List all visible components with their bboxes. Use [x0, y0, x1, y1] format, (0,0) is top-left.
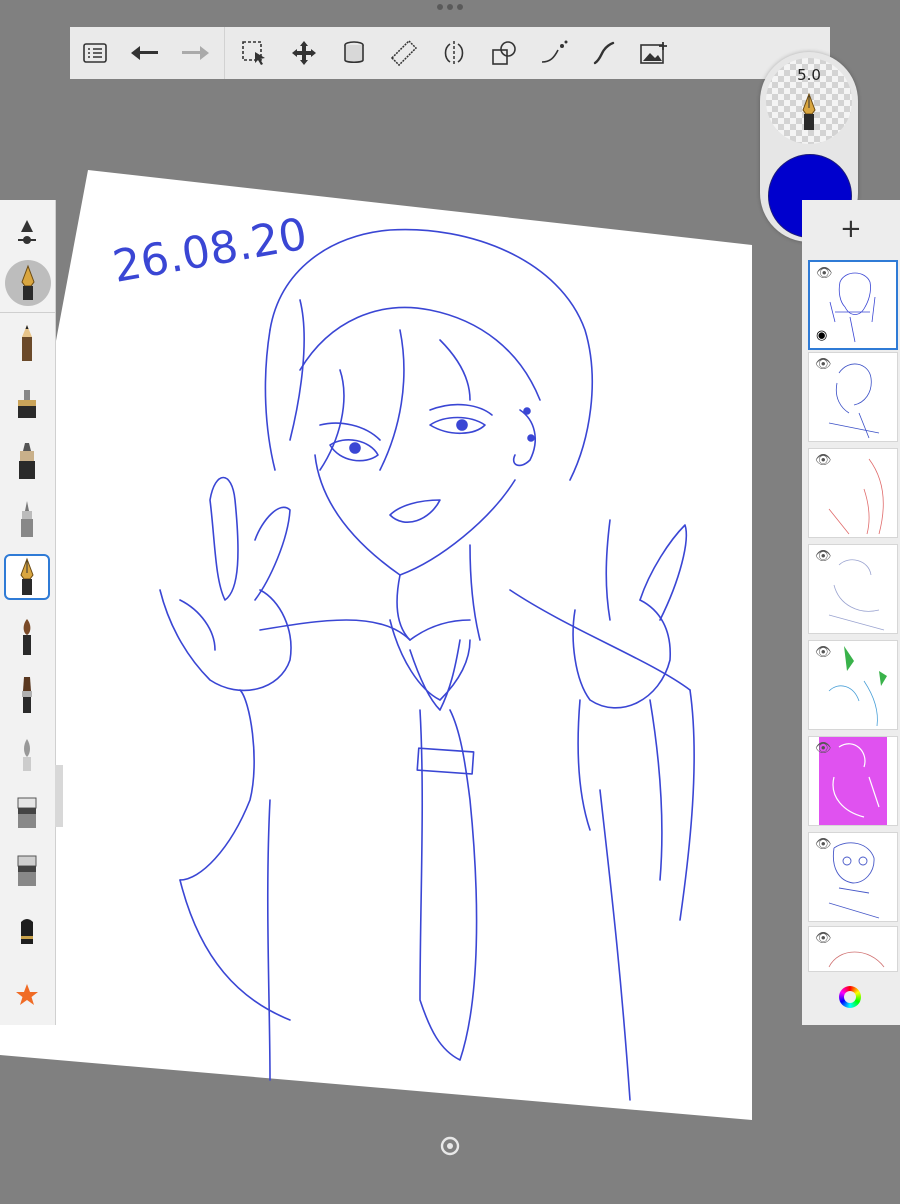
- ink-pen-icon: [797, 92, 821, 136]
- hidden-eye-icon[interactable]: 👁: [815, 645, 832, 660]
- hidden-eye-icon[interactable]: 👁: [815, 357, 832, 372]
- chisel-brush-icon[interactable]: [4, 672, 50, 718]
- canvas-reset-icon[interactable]: [440, 1136, 460, 1156]
- selection-icon[interactable]: [229, 27, 279, 79]
- layer-thumbnail[interactable]: 👁 ◉: [808, 260, 898, 350]
- pencil-brush-icon[interactable]: [4, 320, 50, 366]
- symmetry-icon[interactable]: [429, 27, 479, 79]
- hidden-eye-icon[interactable]: 👁: [815, 837, 832, 852]
- canvas-paper: [0, 170, 752, 1120]
- layer-thumbnail[interactable]: 👁: [808, 448, 898, 538]
- add-image-icon[interactable]: [629, 27, 679, 79]
- layer-blend-icon[interactable]: ◉: [816, 328, 827, 343]
- technical-pen-icon[interactable]: [4, 496, 50, 542]
- hidden-eye-icon[interactable]: 👁: [815, 549, 832, 564]
- marker-icon[interactable]: [4, 438, 50, 484]
- layer-thumbnail[interactable]: 👁: [808, 640, 898, 730]
- shape-icon[interactable]: [479, 27, 529, 79]
- palette-settings-icon[interactable]: [4, 210, 50, 256]
- canvas-date-text: 26.08.20: [109, 209, 311, 293]
- add-layer-button[interactable]: +: [840, 214, 862, 244]
- visibility-eye-icon[interactable]: 👁: [816, 266, 833, 281]
- ruler-icon[interactable]: [379, 27, 429, 79]
- smudge-icon[interactable]: [4, 732, 50, 778]
- window-handle-dots[interactable]: [437, 4, 463, 10]
- list-menu-icon[interactable]: [70, 27, 120, 79]
- brush-size-value: 5.0: [797, 66, 821, 84]
- curve-icon[interactable]: [529, 27, 579, 79]
- hard-eraser-icon[interactable]: [4, 848, 50, 894]
- palette-collapse-tab[interactable]: [55, 765, 63, 827]
- top-toolbar: [70, 27, 830, 79]
- undo-icon[interactable]: [120, 27, 170, 79]
- layer-thumbnail[interactable]: 👁: [808, 926, 898, 972]
- layer-thumbnail[interactable]: 👁: [808, 736, 898, 826]
- color-wheel-icon[interactable]: [839, 986, 861, 1008]
- toolbar-divider: [224, 27, 225, 79]
- ink-pen-icon[interactable]: [4, 554, 50, 600]
- block-icon[interactable]: [4, 908, 50, 954]
- stroke-icon[interactable]: [579, 27, 629, 79]
- redo-icon[interactable]: [170, 27, 220, 79]
- palette-divider: [0, 312, 55, 313]
- character-sketch: [159, 228, 695, 1101]
- hidden-eye-icon[interactable]: 👁: [815, 931, 832, 946]
- layer-thumbnail[interactable]: 👁: [808, 352, 898, 442]
- layer-thumbnail[interactable]: 👁: [808, 544, 898, 634]
- brush-preview-disc[interactable]: [5, 260, 51, 306]
- transform-icon[interactable]: [279, 27, 329, 79]
- layer-panel: + 👁 ◉ 👁 👁 👁 👁 👁 👁 👁: [802, 200, 900, 1025]
- eraser-icon[interactable]: [4, 790, 50, 836]
- paint-brush-icon[interactable]: [4, 614, 50, 660]
- hidden-eye-icon[interactable]: 👁: [815, 453, 832, 468]
- layer-thumbnail[interactable]: 👁: [808, 832, 898, 922]
- airbrush-icon[interactable]: [4, 380, 50, 426]
- brush-palette: [0, 200, 56, 1025]
- fill-bucket-icon[interactable]: [329, 27, 379, 79]
- hidden-eye-icon[interactable]: 👁: [815, 741, 832, 756]
- favorites-star-icon[interactable]: [4, 972, 50, 1018]
